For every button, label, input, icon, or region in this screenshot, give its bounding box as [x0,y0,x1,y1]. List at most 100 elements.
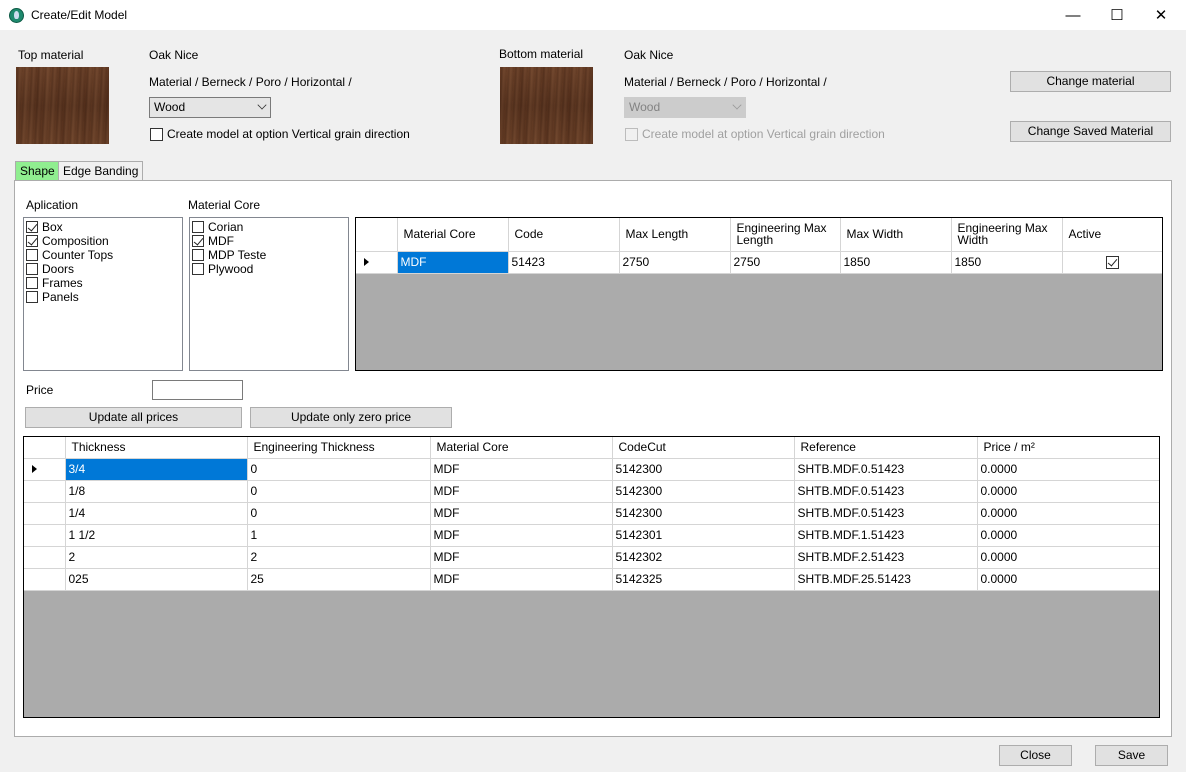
change-saved-material-button[interactable]: Change Saved Material [1010,121,1171,142]
close-button[interactable]: Close [999,745,1072,766]
table-cell[interactable]: 5142300 [612,458,795,481]
table-row[interactable]: 3/4 0 MDF 5142300 SHTB.MDF.0.51423 0.000… [24,458,1159,481]
row-header[interactable] [24,502,66,525]
row-header[interactable] [24,546,66,569]
row-header[interactable] [24,458,66,481]
material-core-item-mdp-teste[interactable]: MDP Teste [190,248,348,262]
top-vertical-grain-checkbox[interactable] [150,128,163,141]
table-cell[interactable]: MDF [430,546,613,569]
table-cell[interactable]: 2750 [619,251,731,274]
application-item-counter-tops[interactable]: Counter Tops [24,248,182,262]
update-all-prices-button[interactable]: Update all prices [25,407,242,428]
row-header[interactable] [24,568,66,591]
change-material-button[interactable]: Change material [1010,71,1171,92]
table-cell[interactable]: 5142302 [612,546,795,569]
column-header[interactable]: Engineering Max Width [951,218,1063,252]
column-header[interactable]: Code [508,218,620,252]
tab-edge-banding[interactable]: Edge Banding [58,161,144,181]
minimize-button[interactable]: — [1050,0,1096,31]
table-cell[interactable]: MDF [430,458,613,481]
table-cell[interactable]: 25 [247,568,431,591]
table-cell[interactable]: 1850 [951,251,1063,274]
column-header[interactable]: Reference [794,437,978,459]
column-header[interactable]: Thickness [65,437,248,459]
table-cell[interactable]: 5142301 [612,524,795,547]
table-cell[interactable]: 025 [65,568,248,591]
table-cell[interactable]: SHTB.MDF.0.51423 [794,458,978,481]
tab-shape[interactable]: Shape [15,161,60,182]
save-button[interactable]: Save [1095,745,1168,766]
table-row[interactable]: 1/8 0 MDF 5142300 SHTB.MDF.0.51423 0.000… [24,480,1159,503]
thickness-grid[interactable]: Thickness Engineering Thickness Material… [23,436,1160,718]
row-header[interactable] [356,251,398,274]
table-cell[interactable]: MDF [430,568,613,591]
table-cell[interactable]: MDF [430,480,613,503]
table-cell[interactable]: 0.0000 [977,458,1159,481]
table-row[interactable]: MDF 51423 2750 2750 1850 1850 [356,251,1162,274]
table-cell[interactable]: MDF [430,524,613,547]
table-cell[interactable]: SHTB.MDF.25.51423 [794,568,978,591]
table-cell[interactable]: 0 [247,502,431,525]
table-cell[interactable]: 0 [247,458,431,481]
application-item-composition[interactable]: Composition [24,234,182,248]
price-input[interactable] [152,380,243,400]
table-cell[interactable]: 0.0000 [977,502,1159,525]
table-cell[interactable]: 0.0000 [977,568,1159,591]
table-row[interactable]: 1 1/2 1 MDF 5142301 SHTB.MDF.1.51423 0.0… [24,524,1159,547]
update-only-zero-price-button[interactable]: Update only zero price [250,407,452,428]
table-cell[interactable]: 1 1/2 [65,524,248,547]
table-cell[interactable]: SHTB.MDF.1.51423 [794,524,978,547]
table-cell[interactable]: SHTB.MDF.2.51423 [794,546,978,569]
table-cell[interactable]: SHTB.MDF.0.51423 [794,480,978,503]
table-cell[interactable]: MDF [430,502,613,525]
application-item-doors[interactable]: Doors [24,262,182,276]
application-item-frames[interactable]: Frames [24,276,182,290]
column-header[interactable]: Max Width [840,218,952,252]
close-window-button[interactable]: ✕ [1138,0,1184,31]
table-cell[interactable]: MDF [397,251,509,274]
bottom-material-type-select: Wood [624,97,746,118]
table-cell[interactable]: 0.0000 [977,524,1159,547]
table-cell[interactable]: 0 [247,480,431,503]
table-cell[interactable]: 5142325 [612,568,795,591]
column-header[interactable]: Material Core [430,437,613,459]
table-cell[interactable]: 0.0000 [977,480,1159,503]
table-cell[interactable]: 1/4 [65,502,248,525]
table-cell[interactable]: 2750 [730,251,841,274]
checkbox-icon [192,263,204,275]
column-header[interactable]: Engineering Max Length [730,218,841,252]
application-item-box[interactable]: Box [24,220,182,234]
top-material-type-select[interactable]: Wood [149,97,271,118]
active-cell[interactable] [1062,251,1162,274]
table-cell[interactable]: 1850 [840,251,952,274]
material-core-item-mdf[interactable]: MDF [190,234,348,248]
column-header[interactable]: Material Core [397,218,509,252]
table-row[interactable]: 2 2 MDF 5142302 SHTB.MDF.2.51423 0.0000 [24,546,1159,569]
table-cell[interactable]: 3/4 [65,458,248,481]
table-row[interactable]: 1/4 0 MDF 5142300 SHTB.MDF.0.51423 0.000… [24,502,1159,525]
maximize-button[interactable]: ☐ [1094,0,1140,31]
checkbox-checked-icon [26,235,38,247]
material-core-grid[interactable]: Material Core Code Max Length Engineerin… [355,217,1163,371]
material-core-item-corian[interactable]: Corian [190,220,348,234]
table-cell[interactable]: 5142300 [612,480,795,503]
table-cell[interactable]: 5142300 [612,502,795,525]
table-cell[interactable]: 1/8 [65,480,248,503]
row-header[interactable] [24,480,66,503]
table-cell[interactable]: 0.0000 [977,546,1159,569]
table-cell[interactable]: 2 [65,546,248,569]
column-header[interactable]: CodeCut [612,437,795,459]
material-core-item-plywood[interactable]: Plywood [190,262,348,276]
column-header[interactable]: Engineering Thickness [247,437,431,459]
column-header[interactable]: Active [1062,218,1162,252]
application-item-panels[interactable]: Panels [24,290,182,304]
table-cell[interactable]: 2 [247,546,431,569]
table-cell[interactable]: 1 [247,524,431,547]
table-row[interactable]: 025 25 MDF 5142325 SHTB.MDF.25.51423 0.0… [24,568,1159,591]
table-cell[interactable]: SHTB.MDF.0.51423 [794,502,978,525]
active-checkbox[interactable] [1105,256,1119,270]
column-header[interactable]: Price / m² [977,437,1159,459]
column-header[interactable]: Max Length [619,218,731,252]
table-cell[interactable]: 51423 [508,251,620,274]
row-header[interactable] [24,524,66,547]
